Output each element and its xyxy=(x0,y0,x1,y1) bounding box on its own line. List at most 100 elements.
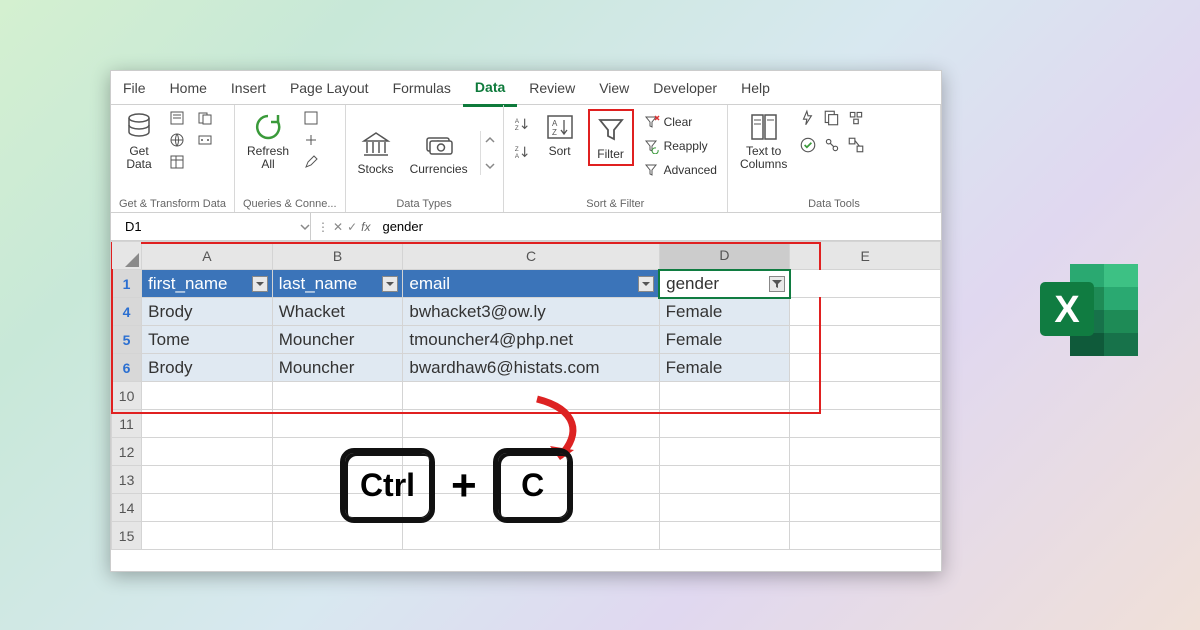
tab-developer[interactable]: Developer xyxy=(641,71,729,105)
row-header[interactable]: 13 xyxy=(112,466,142,494)
col-header-b[interactable]: B xyxy=(272,242,403,270)
cell[interactable] xyxy=(790,354,941,382)
cell[interactable]: Mouncher xyxy=(272,354,403,382)
validation-button[interactable] xyxy=(799,136,817,159)
filter-dropdown[interactable] xyxy=(638,276,654,292)
from-web-button[interactable] xyxy=(167,131,187,149)
cell[interactable] xyxy=(659,522,790,550)
row-header[interactable]: 15 xyxy=(112,522,142,550)
select-all-corner[interactable] xyxy=(112,242,142,270)
col-header-d[interactable]: D xyxy=(659,242,790,270)
row-header[interactable]: 5 xyxy=(112,326,142,354)
advanced-button[interactable]: Advanced xyxy=(642,161,719,179)
remove-dup-button[interactable] xyxy=(823,109,841,132)
cell[interactable]: Brody xyxy=(142,354,273,382)
get-data-button[interactable]: Get Data xyxy=(119,109,159,173)
chevron-down-icon[interactable] xyxy=(485,157,495,175)
cell[interactable] xyxy=(790,522,941,550)
row-header[interactable]: 14 xyxy=(112,494,142,522)
cancel-icon[interactable]: ✕ xyxy=(333,220,343,234)
cell[interactable] xyxy=(790,438,941,466)
cell[interactable]: Brody xyxy=(142,298,273,326)
refresh-all-button[interactable]: Refresh All xyxy=(243,109,293,173)
cell[interactable] xyxy=(403,522,659,550)
clear-button[interactable]: Clear xyxy=(642,113,695,131)
existing-conn-button[interactable] xyxy=(195,131,215,149)
cell[interactable]: Whacket xyxy=(272,298,403,326)
cell[interactable] xyxy=(142,522,273,550)
cell[interactable] xyxy=(790,494,941,522)
cell[interactable] xyxy=(142,466,273,494)
queries-edit-button[interactable] xyxy=(301,153,321,171)
queries-connections-button[interactable] xyxy=(301,131,321,149)
tab-data[interactable]: Data xyxy=(463,70,517,107)
name-box[interactable] xyxy=(111,213,311,240)
more-icon[interactable]: ⋮ xyxy=(317,220,329,234)
cell[interactable]: Female xyxy=(659,326,790,354)
cell[interactable]: bwhacket3@ow.ly xyxy=(403,298,659,326)
tab-file[interactable]: File xyxy=(111,71,158,105)
sort-button[interactable]: AZ Sort xyxy=(540,109,580,160)
text-to-columns-button[interactable]: Text to Columns xyxy=(736,109,791,173)
cell[interactable]: Female xyxy=(659,298,790,326)
table-header-cell[interactable]: last_name xyxy=(272,270,403,298)
formula-input[interactable] xyxy=(376,219,941,234)
from-table-button[interactable] xyxy=(167,153,187,171)
table-header-cell[interactable]: email xyxy=(403,270,659,298)
filter-dropdown[interactable] xyxy=(252,276,268,292)
cell[interactable] xyxy=(142,410,273,438)
cell[interactable]: Tome xyxy=(142,326,273,354)
fx-icon[interactable]: fx xyxy=(361,220,370,234)
filter-button[interactable]: Filter xyxy=(591,112,631,163)
from-text-button[interactable] xyxy=(167,109,187,127)
filter-dropdown-active[interactable] xyxy=(769,276,785,292)
data-model-button[interactable] xyxy=(847,136,865,159)
tab-home[interactable]: Home xyxy=(158,71,219,105)
cell[interactable] xyxy=(790,298,941,326)
reapply-button[interactable]: Reapply xyxy=(642,137,710,155)
tab-formulas[interactable]: Formulas xyxy=(381,71,463,105)
row-header[interactable]: 10 xyxy=(112,382,142,410)
sort-desc-button[interactable]: ZA xyxy=(512,143,532,161)
row-header[interactable]: 11 xyxy=(112,410,142,438)
cell[interactable]: Mouncher xyxy=(272,326,403,354)
cell[interactable] xyxy=(142,382,273,410)
col-header-c[interactable]: C xyxy=(403,242,659,270)
cell[interactable] xyxy=(790,410,941,438)
cell[interactable] xyxy=(142,438,273,466)
recent-sources-button[interactable] xyxy=(195,109,215,127)
row-header[interactable]: 6 xyxy=(112,354,142,382)
cell[interactable] xyxy=(272,382,403,410)
cell[interactable] xyxy=(659,466,790,494)
cell[interactable] xyxy=(659,382,790,410)
stocks-button[interactable]: Stocks xyxy=(354,127,398,178)
sort-asc-button[interactable]: AZ xyxy=(512,115,532,133)
relationships-button[interactable] xyxy=(823,136,841,159)
row-header[interactable]: 1 xyxy=(112,270,142,298)
cell[interactable] xyxy=(659,438,790,466)
cell[interactable] xyxy=(790,326,941,354)
cell[interactable]: bwardhaw6@histats.com xyxy=(403,354,659,382)
cell[interactable] xyxy=(272,522,403,550)
cell[interactable] xyxy=(790,270,941,298)
filter-dropdown[interactable] xyxy=(382,276,398,292)
tab-help[interactable]: Help xyxy=(729,71,782,105)
col-header-a[interactable]: A xyxy=(142,242,273,270)
tab-insert[interactable]: Insert xyxy=(219,71,278,105)
name-box-input[interactable] xyxy=(119,219,300,234)
active-cell[interactable]: gender xyxy=(659,270,790,298)
cell[interactable] xyxy=(142,494,273,522)
cell[interactable] xyxy=(790,466,941,494)
queries-props-button[interactable] xyxy=(301,109,321,127)
cell[interactable] xyxy=(659,494,790,522)
cell[interactable]: tmouncher4@php.net xyxy=(403,326,659,354)
cell[interactable] xyxy=(790,382,941,410)
chevron-down-icon[interactable] xyxy=(300,223,310,231)
currencies-button[interactable]: Currencies xyxy=(406,127,472,178)
consolidate-button[interactable] xyxy=(847,109,865,132)
enter-icon[interactable]: ✓ xyxy=(347,220,357,234)
cell[interactable] xyxy=(272,410,403,438)
table-header-cell[interactable]: first_name xyxy=(142,270,273,298)
tab-page-layout[interactable]: Page Layout xyxy=(278,71,381,105)
col-header-e[interactable]: E xyxy=(790,242,941,270)
